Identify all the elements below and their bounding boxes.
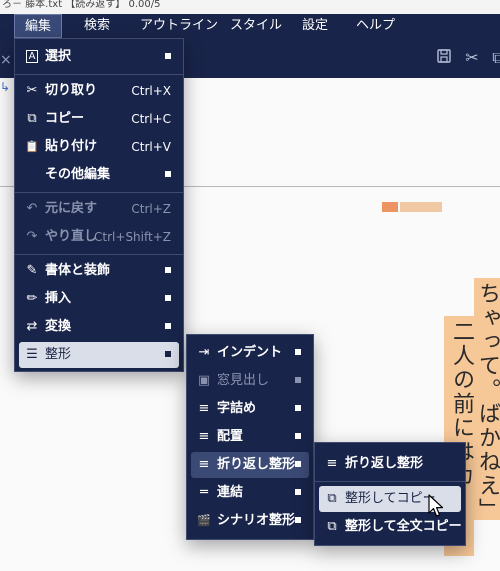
menu-item-label: 整形 [45,347,72,362]
menu-item-other-edit[interactable]: その他編集 [19,162,179,188]
menu-item-label: インデント [217,345,283,360]
menu-item-join[interactable]: ═ 連結 [191,480,309,506]
select-text-icon: A [24,44,40,70]
menu-item-label: 配置 [217,429,244,444]
wrap-icon: ≡ [198,457,210,472]
menu-item-label: 窓見出し [217,373,270,388]
window-title: ろ－ 藤本.txt 【読み返す】 0.00/5 [0,0,500,14]
menu-item-label: その他編集 [45,167,111,182]
redo-icon: ↷ [26,229,38,244]
submenu-indicator [295,433,301,439]
submenu-indicator [295,349,301,355]
menu-item-window-heading[interactable]: ▣ 窓見出し [191,368,309,394]
shortcut-label: Ctrl+C [131,112,171,126]
menu-item-indent[interactable]: ⇥ インデント [191,340,309,366]
clapperboard-icon: 🎬 [197,514,211,527]
menu-item-label: 整形してコピー [345,491,436,506]
menu-item-label: 整形して全文コピー [345,519,462,534]
menu-item-label: 元に戻す [45,201,98,216]
menu-item-wrap-format[interactable]: ≡ 折り返し整形 [191,452,309,478]
submenu-indicator [295,489,301,495]
scissors-icon: ✂ [26,83,38,98]
menu-item-insert[interactable]: ✏ 挿入 [19,286,179,312]
format-submenu: ⇥ インデント ▣ 窓見出し ≡ 字詰め ≡ 配置 ≡ 折り返し整形 ═ 連結 … [186,334,314,540]
menu-item-char-fill[interactable]: ≡ 字詰め [191,396,309,422]
menu-item-label: 書体と装飾 [45,263,111,278]
edit-menu: A 選択 ✂ 切り取り Ctrl+X ⧉ コピー Ctrl+C 📋 貼り付け C… [14,38,184,372]
menu-item-redo[interactable]: ↷ やり直し Ctrl+Shift+Z [19,224,179,250]
menu-item-undo[interactable]: ↶ 元に戻す Ctrl+Z [19,196,179,222]
undo-icon: ↶ [26,201,38,216]
save-icon[interactable] [434,48,454,68]
scissors-icon[interactable]: ✂ [462,48,482,68]
copy-icon: ⧉ [327,491,337,506]
submenu-indicator [165,351,171,357]
menu-help[interactable]: ヘルプ [346,14,405,38]
pencil-icon: ✏ [26,291,38,306]
font-style-icon: ✎ [26,263,38,278]
menu-item-label: シナリオ整形 [217,513,296,528]
menu-item-label: 字詰め [217,401,257,416]
copy-icon: ⧉ [27,111,37,126]
menu-item-select[interactable]: A 選択 [19,44,179,70]
submenu-indicator [165,323,171,329]
submenu-indicator [165,295,171,301]
menu-bar: 編集 検索 アウトライン スタイル 設定 ヘルプ [0,14,500,38]
menu-style[interactable]: スタイル [220,14,292,38]
menu-item-label: 選択 [45,49,72,64]
menu-item-label: やり直し [45,229,98,244]
menu-item-label: 挿入 [45,291,72,306]
shortcut-label: Ctrl+Z [131,202,171,216]
menu-edit[interactable]: 編集 [14,14,63,38]
mouse-pointer-icon [428,494,444,517]
menu-outline[interactable]: アウトライン [130,14,228,38]
menu-item-paste[interactable]: 📋 貼り付け Ctrl+V [19,134,179,160]
menu-item-label: 連結 [217,485,244,500]
shortcut-label: Ctrl+Shift+Z [94,230,171,244]
copy-all-icon: ⧉ [327,519,337,534]
line-marker-icon: ↳ [0,80,11,94]
menu-item-convert[interactable]: ⇄ 変換 [19,314,179,340]
menu-search[interactable]: 検索 [74,14,120,38]
close-icon[interactable]: × [0,50,12,70]
join-icon: ═ [200,485,208,500]
submenu-indicator [295,461,301,467]
submenu-indicator [295,377,301,383]
menu-item-font-decoration[interactable]: ✎ 書体と装飾 [19,258,179,284]
menu-settings[interactable]: 設定 [292,14,338,38]
menu-item-wrap-format-action[interactable]: ≡ 折り返し整形 [319,451,461,477]
menu-item-scenario-format[interactable]: 🎬 シナリオ整形 [191,508,309,534]
align-icon: ≡ [198,429,210,444]
menu-item-label: 変換 [45,319,72,334]
menu-item-label: 折り返し整形 [345,456,424,471]
submenu-indicator [295,405,301,411]
menu-item-format[interactable]: ☰ 整形 [19,342,179,368]
shortcut-label: Ctrl+V [131,140,171,154]
indent-icon: ⇥ [198,345,210,360]
menu-item-align[interactable]: ≡ 配置 [191,424,309,450]
swap-icon: ⇄ [26,319,38,334]
menu-item-label: 貼り付け [45,139,98,154]
clipboard-icon: 📋 [25,140,39,153]
lines-icon: ☰ [26,347,38,362]
shortcut-label: Ctrl+X [131,84,171,98]
heading-box-icon: ▣ [197,373,211,388]
text-column-1: ちゃって。ばかねえ」 [474,278,500,522]
submenu-indicator [165,171,171,177]
menu-item-label: 切り取り [45,83,98,98]
submenu-indicator [165,53,171,59]
wrap-icon: ≡ [326,456,338,471]
ruby-marker [382,202,442,212]
copy-icon[interactable]: ⧉ [488,48,500,68]
menu-item-label: コピー [45,111,85,126]
menu-item-copy[interactable]: ⧉ コピー Ctrl+C [19,106,179,132]
menu-item-cut[interactable]: ✂ 切り取り Ctrl+X [19,78,179,104]
submenu-indicator [295,517,301,523]
char-fill-icon: ≡ [198,401,210,416]
menu-item-label: 折り返し整形 [217,457,296,472]
submenu-indicator [165,267,171,273]
